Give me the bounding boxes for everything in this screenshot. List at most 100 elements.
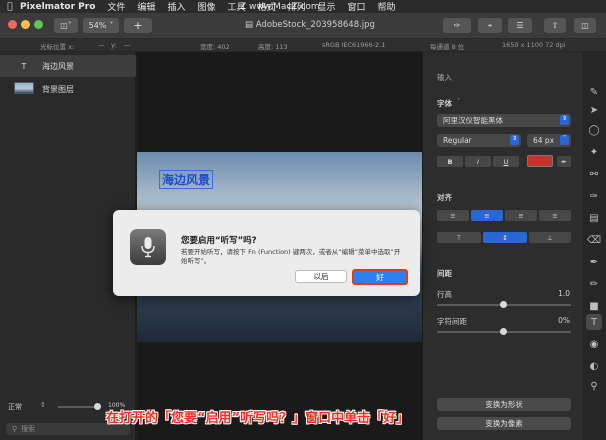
- menu-window[interactable]: 窗口: [348, 0, 366, 13]
- shape-tool[interactable]: ■: [586, 298, 602, 314]
- paint-icon: ✎: [589, 86, 599, 98]
- style-tool-button[interactable]: ✑: [443, 18, 471, 33]
- sliders-icon: ☰: [516, 21, 524, 30]
- input-label: 输入: [437, 73, 452, 82]
- pencil-tool[interactable]: ✏: [586, 276, 602, 292]
- menu-edit[interactable]: 编辑: [137, 0, 155, 13]
- sparkle-icon: ✦: [589, 146, 599, 158]
- view-mode-button[interactable]: ◫˅: [54, 18, 78, 33]
- arrange-tool[interactable]: ➤: [586, 102, 602, 118]
- image-text-layer[interactable]: 海边风景: [159, 170, 214, 189]
- image-dimensions: 1650 x 1100 72 dpi: [502, 41, 566, 49]
- valign-top-button[interactable]: ⊤: [437, 232, 481, 243]
- pen-tool[interactable]: ✒: [586, 254, 602, 270]
- valign-middle-button[interactable]: ↕: [483, 232, 527, 243]
- sidebar-toggle-button[interactable]: ◫: [574, 18, 596, 33]
- apple-icon[interactable]: : [0, 2, 20, 12]
- search-icon: ⚲: [12, 425, 18, 433]
- align-right-icon: ≡: [518, 211, 524, 220]
- zoom-window-button[interactable]: [34, 20, 43, 29]
- eyedropper-button[interactable]: ✒: [557, 156, 571, 167]
- align-justify-button[interactable]: ≡: [539, 210, 571, 221]
- close-window-button[interactable]: [8, 20, 17, 29]
- layer-name: 海边风景: [42, 61, 74, 71]
- style-tool[interactable]: ✎: [586, 84, 602, 100]
- share-icon: ⇧: [551, 21, 559, 30]
- menu-help[interactable]: 帮助: [378, 0, 396, 13]
- align-left-button[interactable]: ≡: [437, 210, 469, 221]
- type-tool[interactable]: T: [586, 314, 602, 330]
- sidebar-icon: ◫˅: [60, 21, 72, 30]
- char-spacing-value: 0%: [558, 316, 570, 325]
- valign-middle-icon: ↕: [502, 233, 508, 242]
- spacing-section-title: 间距: [437, 269, 452, 278]
- minimize-window-button[interactable]: [21, 20, 30, 29]
- selection-tool[interactable]: ◯: [586, 122, 602, 138]
- document-icon: ▤: [245, 20, 256, 30]
- font-style-select[interactable]: Regular ⇕: [437, 134, 521, 147]
- opacity-slider-knob[interactable]: [94, 403, 101, 410]
- font-size-select[interactable]: 64 px ˅: [527, 134, 571, 147]
- align-justify-icon: ≡: [552, 211, 558, 220]
- align-left-icon: ≡: [450, 211, 456, 220]
- menu-view[interactable]: 显示: [318, 0, 336, 13]
- share-button[interactable]: ⇧: [544, 18, 566, 33]
- layer-height: 高度: 113: [258, 43, 288, 51]
- align-right-button[interactable]: ≡: [505, 210, 537, 221]
- watermark: Z www.MacZ.com: [240, 2, 320, 12]
- bold-button[interactable]: B: [437, 156, 463, 167]
- arrow-icon: ➤: [589, 104, 599, 116]
- layer-item-background[interactable]: 背景图层: [0, 78, 136, 100]
- font-section-title[interactable]: 字体: [437, 98, 452, 109]
- menu-file[interactable]: 文件: [107, 0, 125, 13]
- menu-image[interactable]: 图像: [197, 0, 215, 13]
- chevron-updown-icon: ⇕: [40, 401, 46, 409]
- underline-button[interactable]: U: [493, 156, 519, 167]
- valign-bottom-button[interactable]: ⊥: [529, 232, 571, 243]
- paint-tool[interactable]: ✑: [586, 188, 602, 204]
- effects-icon: ◐: [589, 360, 599, 372]
- convert-to-pixels-button[interactable]: 变换为像素: [437, 417, 571, 430]
- adjust-button[interactable]: ☰: [508, 18, 532, 33]
- gradient-tool[interactable]: ▤: [586, 210, 602, 226]
- line-height-slider-knob[interactable]: [500, 301, 507, 308]
- menu-app-name[interactable]: Pixelmator Pro: [20, 2, 95, 12]
- toolbar: ◫˅ 54% ˅ + ▤ AdobeStock_203958648.jpg ✑ …: [0, 13, 606, 39]
- bandage-icon: ⚯: [589, 168, 599, 180]
- color-adjust-tool[interactable]: ◉: [586, 336, 602, 352]
- char-spacing-slider-knob[interactable]: [500, 328, 507, 335]
- eraser-tool[interactable]: ⌫: [586, 232, 602, 248]
- align-center-button[interactable]: ≡: [471, 210, 503, 221]
- retouch-tool[interactable]: ⚯: [586, 166, 602, 182]
- magic-wand-tool[interactable]: ✦: [586, 144, 602, 160]
- search-icon: ⚲: [590, 380, 598, 392]
- blend-mode-select[interactable]: 正常: [8, 402, 22, 412]
- ok-button[interactable]: 好: [352, 269, 408, 285]
- bit-depth: 每通道 8 位: [430, 43, 465, 51]
- crop-button[interactable]: ⌖: [478, 18, 502, 33]
- eyedropper-icon: ✒: [561, 157, 567, 166]
- opacity-slider[interactable]: [58, 406, 98, 408]
- text-color-swatch[interactable]: [527, 155, 553, 167]
- chevron-updown-icon: ⇕: [510, 135, 519, 145]
- chevron-down-icon: ˅: [457, 98, 460, 105]
- italic-button[interactable]: I: [465, 156, 491, 167]
- layer-name: 背景图层: [42, 84, 74, 94]
- menu-insert[interactable]: 插入: [167, 0, 185, 13]
- convert-to-shape-button[interactable]: 变换为形状: [437, 398, 571, 411]
- char-spacing-label: 字符间距: [437, 317, 467, 326]
- cursor-y-value: —: [124, 41, 131, 49]
- effects-tool[interactable]: ◐: [586, 358, 602, 374]
- zoom-tool[interactable]: ⚲: [586, 378, 602, 394]
- valign-top-icon: ⊤: [456, 233, 462, 242]
- add-button[interactable]: +: [124, 18, 152, 33]
- later-button[interactable]: 以后: [295, 270, 347, 283]
- zoom-dropdown[interactable]: 54% ˅: [83, 18, 119, 33]
- eraser-icon: ⌫: [586, 234, 602, 246]
- app-window:  Pixelmator Pro 文件 编辑 插入 图像 工具 格式 排列 显示…: [0, 0, 606, 440]
- layer-item-text[interactable]: T 海边风景: [0, 55, 136, 77]
- lasso-icon: ◯: [588, 124, 600, 136]
- font-size-value: 64 px: [533, 136, 555, 145]
- font-family-select[interactable]: 阿里汉仪智能黑体 ⇕: [437, 114, 571, 127]
- font-style-value: Regular: [443, 136, 472, 145]
